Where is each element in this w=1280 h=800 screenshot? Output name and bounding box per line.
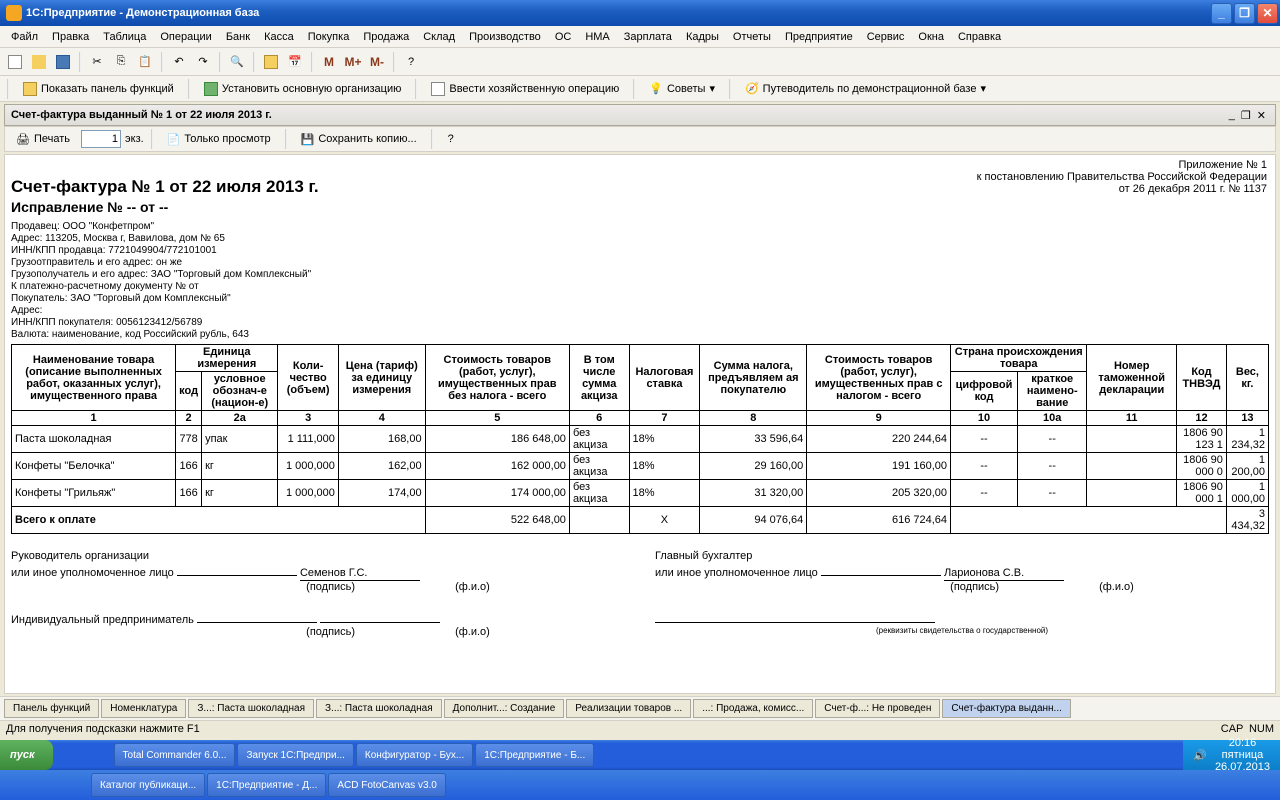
menu-Склад[interactable]: Склад (416, 28, 462, 46)
open-icon[interactable] (28, 51, 50, 73)
cut-icon[interactable]: ✂ (86, 51, 108, 73)
taskbar-button[interactable]: 1С:Предприятие - Б... (475, 743, 594, 767)
window-tab[interactable]: Счет-фактура выданн... (942, 699, 1071, 718)
undo-icon[interactable]: ↶ (168, 51, 190, 73)
start-button[interactable]: пуск (0, 740, 53, 770)
calendar-icon[interactable]: 📅 (284, 51, 306, 73)
table-row: Конфеты "Белочка"166кг1 000,000162,00162… (12, 453, 1269, 480)
window-tab[interactable]: Счет-ф...: Не проведен (815, 699, 940, 718)
org-button[interactable]: Установить основную организацию (197, 78, 409, 100)
taskbar-row2: Каталог публикаци...1С:Предприятие - Д..… (0, 770, 1280, 800)
signatures-ip: Индивидуальный предприниматель (подпись)… (11, 609, 1269, 638)
tray: 🔊 20:16 пятница 26.07.2013 (1183, 740, 1280, 770)
guide-button[interactable]: 🧭Путеводитель по демонстрационной базе ▾ (738, 78, 993, 99)
main-toolbar: ✂ ⎘ 📋 ↶ ↷ 🔍 📅 M M+ M- ? (0, 48, 1280, 76)
menu-Банк[interactable]: Банк (219, 28, 257, 46)
new-icon[interactable] (4, 51, 26, 73)
window-tab[interactable]: З...: Паста шоколадная (316, 699, 442, 718)
m-plus-icon[interactable]: M+ (342, 51, 364, 73)
copies-label: экз. (125, 133, 144, 145)
savecopy-button[interactable]: 💾Сохранить копию... (294, 129, 424, 150)
copies-input[interactable] (81, 130, 121, 148)
menu-Справка[interactable]: Справка (951, 28, 1008, 46)
tips-button[interactable]: 💡Советы ▾ (642, 78, 722, 99)
window-tab[interactable]: Номенклатура (101, 699, 186, 718)
minimize-button[interactable]: _ (1211, 3, 1232, 24)
window-tab[interactable]: Панель функций (4, 699, 99, 718)
window-tab[interactable]: ...: Продажа, комисс... (693, 699, 813, 718)
menu-Таблица[interactable]: Таблица (96, 28, 153, 46)
correction-title: Исправление № -- от -- (11, 199, 1269, 215)
window-tab[interactable]: Реализации товаров ... (566, 699, 691, 718)
save-icon[interactable] (52, 51, 74, 73)
menu-Сервис[interactable]: Сервис (860, 28, 912, 46)
window-tab[interactable]: З...: Паста шоколадная (188, 699, 314, 718)
window-tab[interactable]: Дополнит...: Создание (444, 699, 565, 718)
menu-ОС[interactable]: ОС (548, 28, 579, 46)
search-icon[interactable]: 🔍 (226, 51, 248, 73)
menu-Зарплата[interactable]: Зарплата (617, 28, 679, 46)
menu-Продажа[interactable]: Продажа (356, 28, 416, 46)
taskbar-button[interactable]: 1С:Предприятие - Д... (207, 773, 326, 797)
invoice-meta: Продавец: ООО "Конфетпром"Адрес: 113205,… (11, 221, 1269, 340)
calc-icon[interactable] (260, 51, 282, 73)
window-title: 1С:Предприятие - Демонстрационная база (26, 7, 1211, 19)
titlebar: 1С:Предприятие - Демонстрационная база _… (0, 0, 1280, 26)
op-button[interactable]: Ввести хозяйственную операцию (424, 78, 626, 100)
redo-icon[interactable]: ↷ (192, 51, 214, 73)
taskbar-button[interactable]: Конфигуратор - Бух... (356, 743, 473, 767)
invoice-table: Наименование товара (описание выполненны… (11, 344, 1269, 534)
taskbar-button[interactable]: Запуск 1С:Предпри... (237, 743, 353, 767)
menu-Кадры[interactable]: Кадры (679, 28, 726, 46)
menu-НМА[interactable]: НМА (578, 28, 616, 46)
table-row: Паста шоколадная778упак1 111,000168,0018… (12, 426, 1269, 453)
m-minus-icon[interactable]: M- (366, 51, 388, 73)
menu-Файл[interactable]: Файл (4, 28, 45, 46)
document-tab-title: Счет-фактура выданный № 1 от 22 июля 201… (11, 109, 1226, 121)
menu-Операции[interactable]: Операции (153, 28, 218, 46)
m-icon[interactable]: M (318, 51, 340, 73)
app-icon (6, 5, 22, 21)
help-icon[interactable]: ? (400, 51, 422, 73)
doc-help-icon[interactable]: ? (440, 128, 462, 150)
taskbar-button[interactable]: Total Commander 6.0... (114, 743, 236, 767)
menu-Предприятие[interactable]: Предприятие (778, 28, 860, 46)
taskbar-button[interactable]: ACD FotoCanvas v3.0 (328, 773, 446, 797)
table-row: Конфеты "Грильяж"166кг1 000,000174,00174… (12, 480, 1269, 507)
appendix-note: Приложение № 1к постановлению Правительс… (977, 159, 1267, 195)
doc-close-button[interactable]: ✕ (1254, 109, 1269, 122)
panel-button[interactable]: Показать панель функций (16, 78, 181, 100)
menu-Покупка[interactable]: Покупка (301, 28, 357, 46)
menu-Производство[interactable]: Производство (462, 28, 548, 46)
function-bar: Показать панель функций Установить основ… (0, 76, 1280, 102)
doc-min-button[interactable]: _ (1226, 109, 1238, 121)
signatures: Руководитель организации или иное уполно… (11, 550, 1269, 593)
paste-icon[interactable]: 📋 (134, 51, 156, 73)
print-button[interactable]: 🖨Печать (9, 129, 77, 150)
close-button[interactable]: ✕ (1257, 3, 1278, 24)
menu-Правка[interactable]: Правка (45, 28, 96, 46)
statusbar: Для получения подсказки нажмите F1 CAP N… (0, 720, 1280, 740)
menu-Касса[interactable]: Касса (257, 28, 301, 46)
menu-Окна[interactable]: Окна (911, 28, 951, 46)
doc-max-button[interactable]: ❐ (1238, 109, 1254, 122)
document-toolbar: 🖨Печать экз. 📄Только просмотр 💾Сохранить… (4, 126, 1276, 152)
document-tab: Счет-фактура выданный № 1 от 22 июля 201… (4, 104, 1276, 126)
document-body: Приложение № 1к постановлению Правительс… (4, 154, 1276, 694)
menu-Отчеты[interactable]: Отчеты (726, 28, 778, 46)
maximize-button[interactable]: ❐ (1234, 3, 1255, 24)
menubar: ФайлПравкаТаблицаОперацииБанкКассаПокупк… (0, 26, 1280, 48)
readonly-button[interactable]: 📄Только просмотр (160, 129, 278, 150)
taskbar-button[interactable]: Каталог публикаци... (91, 773, 205, 797)
copy-icon[interactable]: ⎘ (110, 51, 132, 73)
total-row: Всего к оплате522 648,00Х94 076,64616 72… (12, 507, 1269, 534)
taskbar: пуск Total Commander 6.0...Запуск 1С:Пре… (0, 740, 1280, 770)
window-tabs: Панель функцийНоменклатураЗ...: Паста шо… (0, 696, 1280, 720)
